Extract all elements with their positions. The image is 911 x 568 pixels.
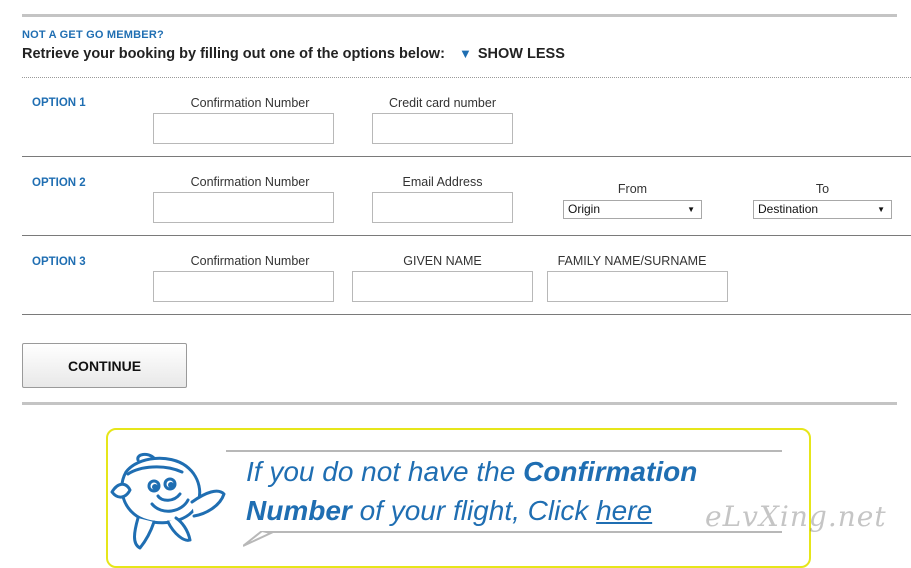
promo-text-2: of your flight, Click bbox=[351, 495, 597, 526]
given-name-label: GIVEN NAME bbox=[403, 254, 482, 268]
retrieve-instructions: Retrieve your booking by filling out one… bbox=[22, 46, 445, 62]
airplane-mascot-icon bbox=[110, 452, 226, 550]
opt2-confirmation-label: Confirmation Number bbox=[190, 175, 310, 189]
watermark-text: eLvXing.net bbox=[705, 500, 887, 533]
family-name-input[interactable] bbox=[547, 271, 728, 302]
to-label: To bbox=[815, 182, 830, 196]
chevron-down-icon: ▼ bbox=[877, 205, 885, 214]
show-less-toggle[interactable]: ▼ SHOW LESS bbox=[459, 46, 565, 62]
opt2-email-label: Email Address bbox=[402, 175, 483, 189]
destination-select[interactable]: Destination ▼ bbox=[753, 200, 892, 219]
origin-select-value: Origin bbox=[568, 202, 601, 216]
option-divider bbox=[22, 314, 911, 315]
destination-select-value: Destination bbox=[758, 202, 819, 216]
opt3-confirmation-label: Confirmation Number bbox=[190, 254, 310, 268]
option-2-label: OPTION 2 bbox=[32, 177, 86, 189]
given-name-input[interactable] bbox=[352, 271, 533, 302]
triangle-down-icon: ▼ bbox=[459, 46, 472, 61]
promo-text-1: If you do not have the bbox=[246, 456, 524, 487]
show-less-label: SHOW LESS bbox=[477, 46, 565, 62]
family-name-label: FAMILY NAME/SURNAME bbox=[557, 254, 707, 268]
opt3-confirmation-input[interactable] bbox=[153, 271, 334, 302]
speech-bubble-tail bbox=[243, 531, 273, 547]
promo-text-number: Number bbox=[246, 495, 352, 526]
top-divider bbox=[22, 14, 897, 17]
option-divider bbox=[22, 235, 911, 236]
option-3-label: OPTION 3 bbox=[32, 256, 86, 268]
promo-text-confirmation: Confirmation bbox=[523, 456, 698, 487]
opt1-confirmation-input[interactable] bbox=[153, 113, 334, 144]
option-1-label: OPTION 1 bbox=[32, 97, 86, 109]
speech-bubble-bottom bbox=[262, 531, 782, 533]
opt2-confirmation-input[interactable] bbox=[153, 192, 334, 223]
dotted-divider bbox=[22, 77, 911, 78]
continue-button[interactable]: CONTINUE bbox=[22, 343, 187, 388]
opt2-email-input[interactable] bbox=[372, 192, 513, 223]
non-member-heading: NOT A GET GO MEMBER? bbox=[22, 29, 164, 41]
origin-select[interactable]: Origin ▼ bbox=[563, 200, 702, 219]
opt1-confirmation-label: Confirmation Number bbox=[190, 96, 310, 110]
from-label: From bbox=[617, 182, 648, 196]
chevron-down-icon: ▼ bbox=[687, 205, 695, 214]
bottom-divider bbox=[22, 402, 897, 405]
opt1-credit-card-label: Credit card number bbox=[389, 96, 496, 110]
here-link[interactable]: here bbox=[596, 495, 652, 526]
promo-line-1: If you do not have the Confirmation bbox=[246, 452, 806, 491]
option-divider bbox=[22, 156, 911, 157]
opt1-credit-card-input[interactable] bbox=[372, 113, 513, 144]
